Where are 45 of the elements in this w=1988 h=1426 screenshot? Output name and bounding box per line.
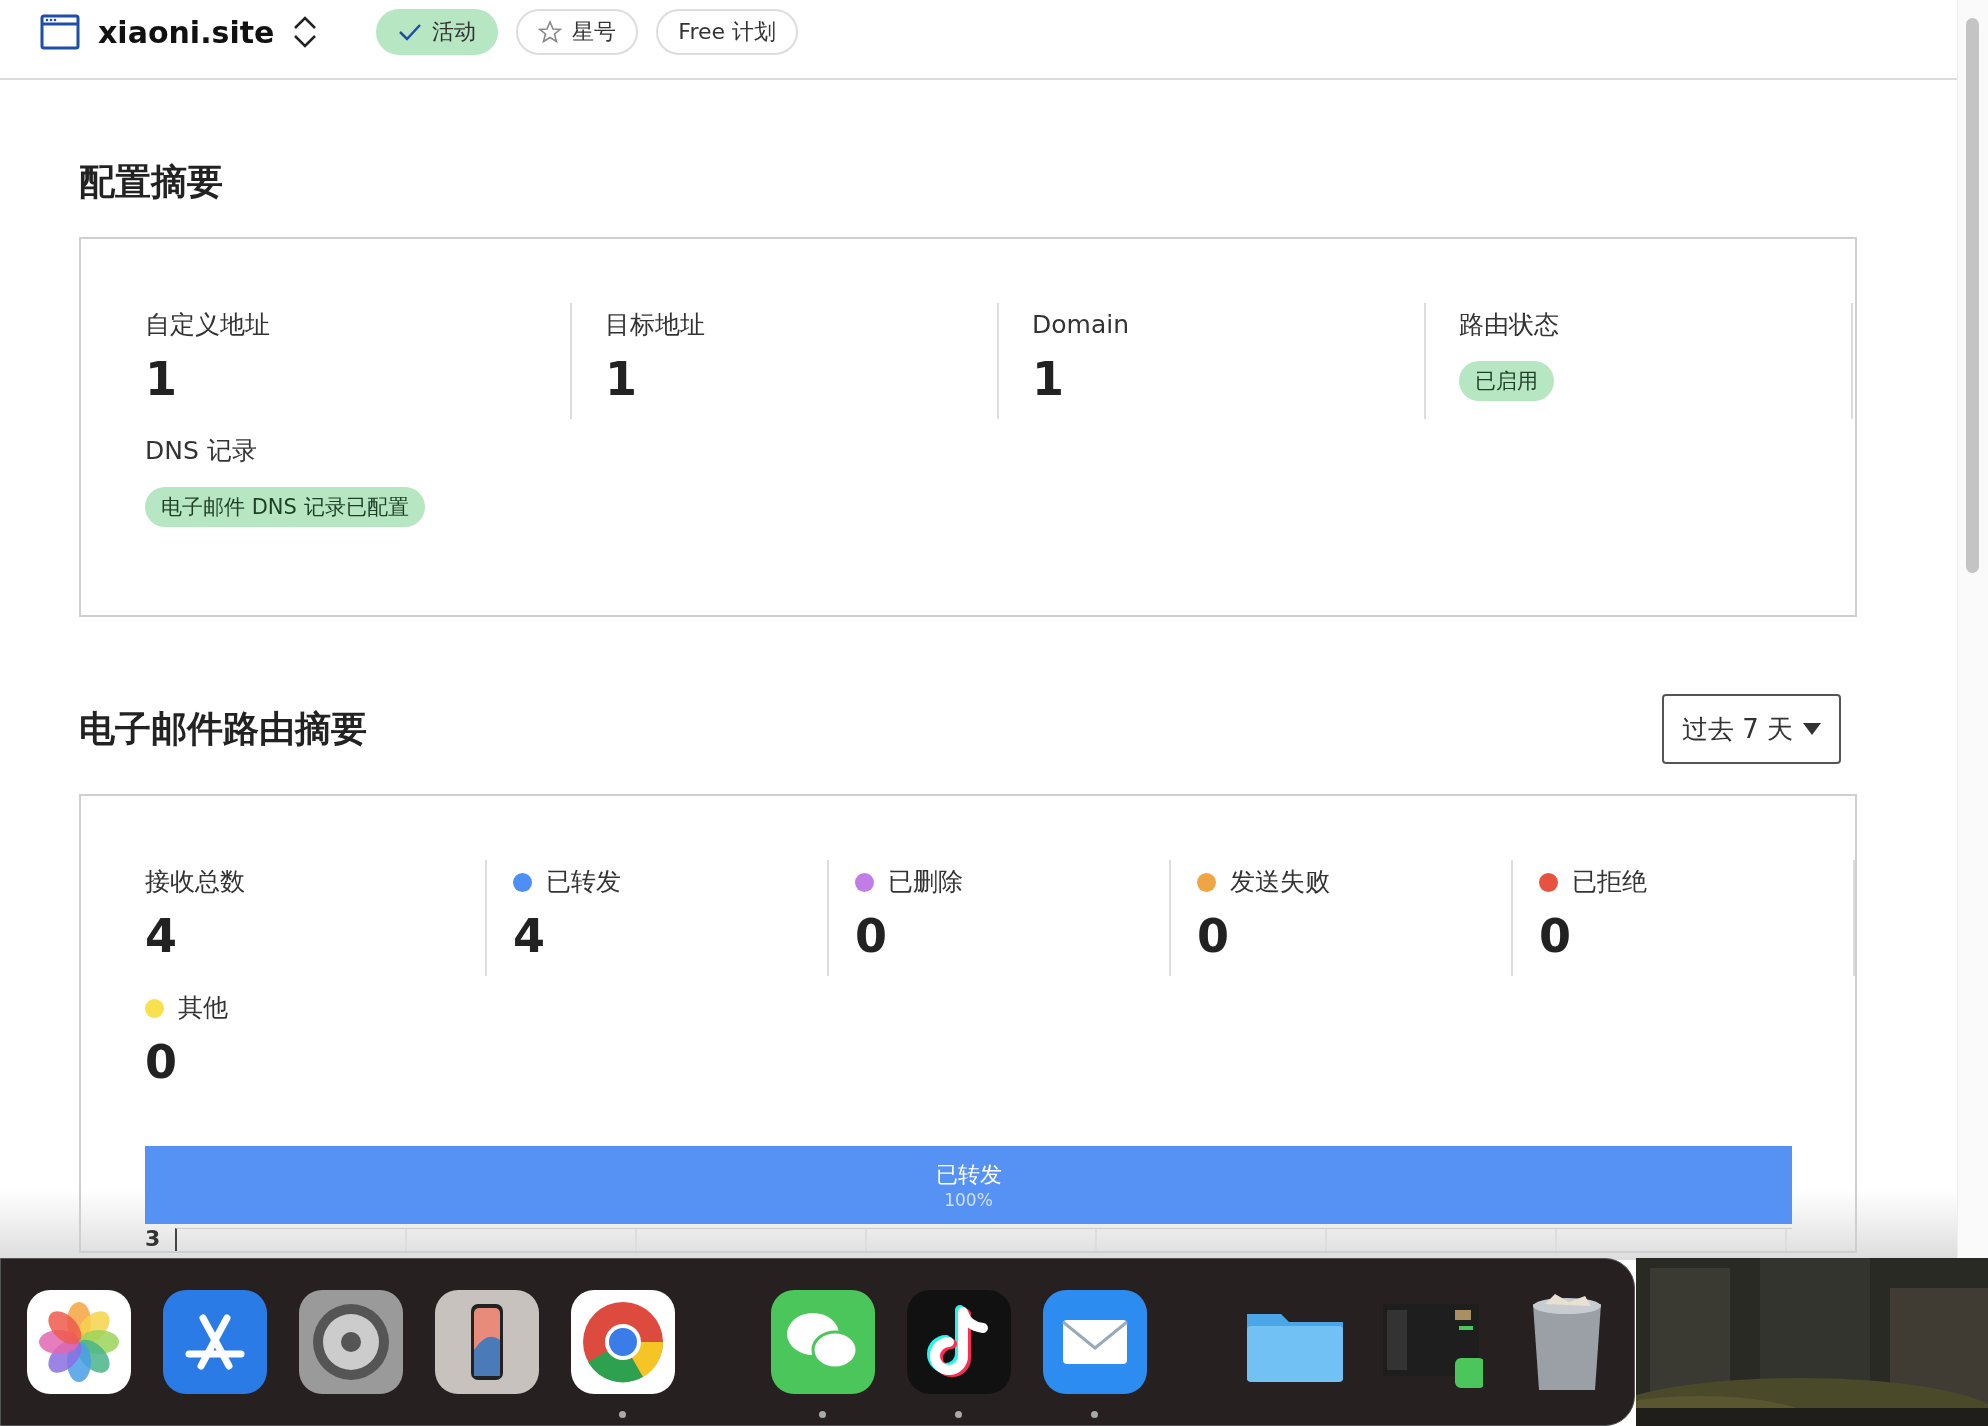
- segment-label: 已转发: [935, 1161, 1002, 1189]
- stat-value: 0: [855, 908, 887, 965]
- stat-value: 0: [1197, 908, 1229, 965]
- date-range-dropdown[interactable]: 过去 7 天: [1661, 694, 1841, 764]
- section-title: 电子邮件路由摘要: [79, 707, 367, 751]
- phone-icon[interactable]: [435, 1290, 539, 1394]
- up-down-chevron-icon[interactable]: [292, 15, 319, 49]
- site-name: xiaoni.site: [98, 14, 275, 50]
- stat-label: 自定义地址: [145, 309, 270, 341]
- browser-window-icon: [40, 14, 80, 50]
- caret-icon: [1803, 723, 1821, 735]
- stat-label-text: 接收总数: [145, 866, 245, 898]
- stat-label-text: 已拒绝: [1572, 866, 1647, 898]
- chat-bubbles-icon[interactable]: [771, 1290, 875, 1394]
- gear-icon[interactable]: [299, 1290, 403, 1394]
- stat-label: Domain: [1032, 309, 1129, 341]
- status-badge: Free 计划: [656, 9, 799, 55]
- stat-value: 1: [1032, 351, 1064, 408]
- status-badge: 电子邮件 DNS 记录已配置: [145, 487, 425, 527]
- status-badge: 已启用: [1459, 361, 1554, 401]
- stat-label-text: 已转发: [546, 866, 621, 898]
- stat-label-text: 其他: [178, 992, 228, 1024]
- flower-icon[interactable]: [27, 1290, 131, 1394]
- stat-value: 0: [1539, 908, 1571, 965]
- stat-value: 4: [513, 908, 545, 965]
- app-store-icon[interactable]: [163, 1290, 267, 1394]
- axis-tick: 3: [145, 1226, 162, 1251]
- stat-value: 4: [145, 908, 177, 965]
- stat-label-text: 已删除: [888, 866, 963, 898]
- browser-icon[interactable]: [571, 1290, 675, 1394]
- stat-value: 1: [145, 351, 177, 408]
- star-icon: [538, 20, 563, 44]
- stat-label-text: 发送失败: [1230, 866, 1330, 898]
- stat-label: 路由状态: [1459, 309, 1559, 341]
- stat-value: 1: [605, 351, 637, 408]
- check-icon: [398, 22, 423, 42]
- stat-label: 目标地址: [605, 309, 705, 341]
- stat-label: DNS 记录: [145, 435, 257, 467]
- segment-percent: 100%: [944, 1190, 993, 1210]
- status-badge: 星号: [516, 9, 639, 55]
- section-title: 配置摘要: [79, 160, 224, 204]
- music-note-icon[interactable]: [907, 1290, 1011, 1394]
- status-badge: 活动: [376, 9, 499, 55]
- envelope-icon[interactable]: [1043, 1290, 1147, 1394]
- stat-value: 0: [145, 1034, 177, 1091]
